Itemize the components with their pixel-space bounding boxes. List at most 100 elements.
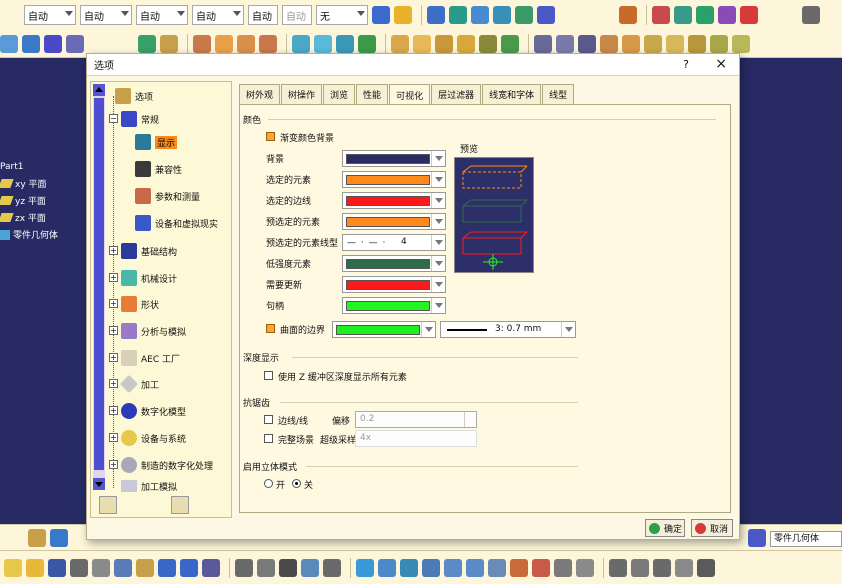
views-icon[interactable] — [510, 558, 528, 577]
point-symbol-combo[interactable]: 自动 — [248, 5, 278, 25]
expand-mechanical[interactable]: + — [109, 273, 118, 282]
tools-icon[interactable] — [619, 6, 637, 24]
shell-icon[interactable] — [259, 35, 277, 53]
tab-thickness-font[interactable]: 线宽和字体 — [482, 84, 542, 104]
formula-icon[interactable] — [652, 6, 670, 24]
trim-icon[interactable] — [501, 35, 519, 53]
open-file-icon[interactable] — [26, 558, 44, 577]
layers-icon[interactable] — [537, 6, 555, 24]
solid-icon[interactable] — [413, 35, 431, 53]
tab-linetype[interactable]: 线型 — [542, 84, 575, 104]
new-file-icon[interactable] — [4, 558, 22, 577]
fly-icon[interactable] — [356, 558, 374, 577]
swap-space-icon[interactable] — [576, 558, 594, 577]
flag-icon[interactable] — [449, 6, 467, 24]
category-compatibility[interactable]: 兼容性 — [135, 159, 182, 179]
command-input[interactable]: 零件几何体 — [770, 531, 842, 547]
hide-show-icon[interactable] — [554, 558, 572, 577]
block-icon[interactable] — [391, 35, 409, 53]
command-icon[interactable] — [748, 529, 766, 547]
background-color-dropdown[interactable] — [342, 150, 446, 167]
scroll-down-arrow[interactable] — [93, 478, 105, 490]
formula-icon[interactable] — [235, 558, 253, 577]
surface-boundary-line-dropdown[interactable]: 3: 0.7 mm — [440, 321, 576, 338]
status-icon[interactable] — [28, 529, 46, 547]
measure-icon[interactable] — [600, 35, 618, 53]
category-aec[interactable]: AEC 工厂 — [121, 348, 180, 368]
expand-infrastructure[interactable]: + — [109, 246, 118, 255]
split-icon[interactable] — [292, 35, 310, 53]
collapse-general[interactable]: − — [109, 114, 118, 123]
expand-analysis[interactable]: + — [109, 326, 118, 335]
draft-icon[interactable] — [237, 35, 255, 53]
normal-view-icon[interactable] — [488, 558, 506, 577]
category-digital-mockup[interactable]: 数字化模型 — [121, 401, 186, 421]
target-icon[interactable] — [479, 35, 497, 53]
cube-icon[interactable] — [160, 35, 178, 53]
tool-icon[interactable] — [675, 558, 693, 577]
stereo-on-radio[interactable] — [264, 479, 273, 488]
reset-icon[interactable] — [99, 496, 117, 514]
layers-icon[interactable] — [697, 558, 715, 577]
category-analysis[interactable]: 分析与模拟 — [121, 321, 186, 341]
comment-icon[interactable] — [257, 558, 275, 577]
tree-item[interactable]: zx 平面 — [0, 209, 58, 226]
boolean-icon[interactable] — [435, 35, 453, 53]
stereo-off-radio[interactable] — [292, 479, 301, 488]
shading-icon[interactable] — [532, 558, 550, 577]
pad-icon[interactable] — [0, 35, 18, 53]
globe-icon[interactable] — [138, 35, 156, 53]
edges-lines-checkbox[interactable] — [264, 415, 273, 424]
preselected-element-color-dropdown[interactable] — [342, 213, 446, 230]
fillet-icon[interactable] — [193, 35, 211, 53]
tab-layer-filter[interactable]: 层过滤器 — [431, 84, 482, 104]
help-button[interactable]: ? — [683, 58, 689, 71]
status-icon[interactable] — [50, 529, 68, 547]
z-buffer-checkbox[interactable] — [264, 371, 273, 380]
expand-digital-process[interactable]: + — [109, 460, 118, 469]
expand-equipment[interactable]: + — [109, 433, 118, 442]
close-surface-icon[interactable] — [358, 35, 376, 53]
table-icon[interactable] — [696, 6, 714, 24]
category-digital-process[interactable]: 制造的数字化处理 — [121, 455, 213, 475]
category-shape[interactable]: 形状 — [121, 294, 159, 314]
gradient-background-checkbox[interactable] — [266, 132, 275, 141]
expand-digital-mockup[interactable]: + — [109, 406, 118, 415]
transparency-combo[interactable]: 自动 — [80, 5, 132, 25]
category-infrastructure[interactable]: 基础结构 — [121, 241, 177, 261]
scroll-up-arrow[interactable] — [93, 84, 105, 96]
paste-icon[interactable] — [136, 558, 154, 577]
translate-icon[interactable] — [644, 35, 662, 53]
constraint-icon[interactable] — [556, 35, 574, 53]
rotate-view-icon[interactable] — [422, 558, 440, 577]
rendering-style-combo[interactable]: 自动 — [282, 5, 312, 25]
cancel-button[interactable]: 取消 — [691, 519, 733, 537]
settings-icon[interactable] — [653, 558, 671, 577]
selected-edge-color-dropdown[interactable] — [342, 192, 446, 209]
paint-brush-icon[interactable] — [372, 6, 390, 24]
tab-tree-appearance[interactable]: 树外观 — [239, 84, 281, 104]
close-button[interactable]: × — [715, 56, 727, 72]
scroll-thumb[interactable] — [94, 98, 104, 470]
gear-icon[interactable] — [493, 6, 511, 24]
copy-icon[interactable] — [114, 558, 132, 577]
expand-shape[interactable]: + — [109, 299, 118, 308]
category-equipment[interactable]: 设备与系统 — [121, 428, 186, 448]
catalog-icon[interactable] — [301, 558, 319, 577]
select-icon[interactable] — [66, 35, 84, 53]
selected-element-color-dropdown[interactable] — [342, 171, 446, 188]
redo-icon[interactable] — [180, 558, 198, 577]
axis-icon[interactable] — [578, 35, 596, 53]
category-machining[interactable]: 加工 — [119, 374, 159, 394]
oversampling-dropdown[interactable]: 4x — [355, 430, 477, 447]
category-devices[interactable]: 设备和虚拟现实 — [135, 213, 218, 233]
category-machining-sim[interactable]: 加工模拟 — [121, 480, 177, 492]
render-icon[interactable] — [732, 35, 750, 53]
category-display[interactable]: 显示 — [135, 132, 178, 152]
line-type-combo[interactable]: 自动 — [192, 5, 244, 25]
low-intensity-color-dropdown[interactable] — [342, 255, 446, 272]
zoom-in-icon[interactable] — [444, 558, 462, 577]
category-scrollbar[interactable] — [93, 84, 105, 490]
handles-color-dropdown[interactable] — [342, 297, 446, 314]
grid-view-icon[interactable] — [427, 6, 445, 24]
